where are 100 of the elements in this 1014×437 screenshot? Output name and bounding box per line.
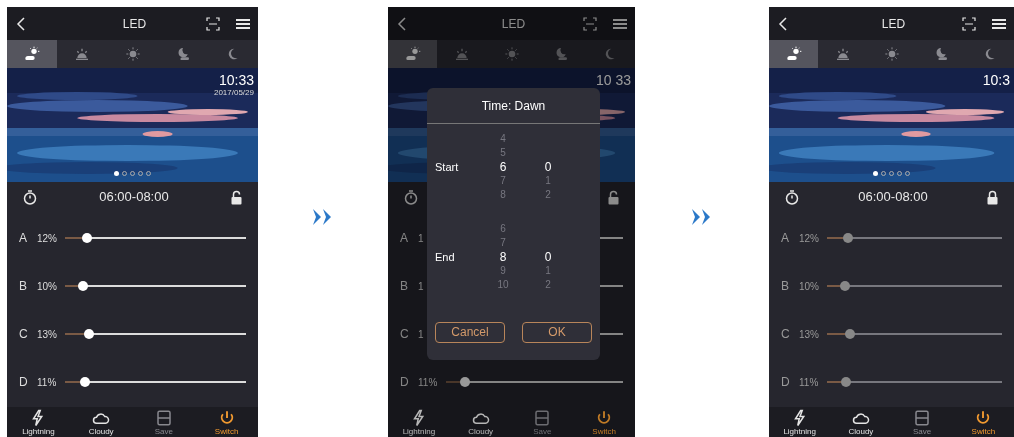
back-icon[interactable] <box>777 15 789 32</box>
channel-percent: 12% <box>799 231 819 246</box>
menu-icon[interactable] <box>613 17 627 30</box>
sunrise-icon <box>834 46 851 62</box>
channel-label: C <box>781 326 791 343</box>
nav-tab[interactable]: Cloudy <box>449 407 512 437</box>
dialog-button[interactable]: OK <box>522 321 592 343</box>
hour-option[interactable]: 4 <box>500 132 506 146</box>
hour-option[interactable]: 7 <box>500 174 506 188</box>
sunrise-icon <box>74 46 91 62</box>
slider-thumb[interactable] <box>839 281 850 291</box>
channel-label: A <box>19 230 28 247</box>
clock-time: 10:33 <box>218 72 254 88</box>
time-range[interactable]: 06:00-08:00 <box>799 187 987 207</box>
slider-thumb[interactable] <box>844 329 855 339</box>
unlocked-icon[interactable] <box>608 189 619 205</box>
channel-label: B <box>19 278 28 295</box>
slider-thumb[interactable] <box>78 281 89 291</box>
sun-icon <box>124 46 141 62</box>
channel-percent: 13% <box>37 327 57 342</box>
nav-tab[interactable]: Lightning <box>769 407 831 437</box>
weather-tab[interactable] <box>769 40 818 68</box>
dialog-button[interactable]: Cancel <box>435 321 505 343</box>
nav-tab[interactable]: Switch <box>952 407 1014 437</box>
stopwatch-icon[interactable] <box>23 189 37 205</box>
channel-percent: 11% <box>418 375 438 390</box>
weather-tab[interactable] <box>7 40 58 68</box>
channel-label: D <box>19 374 29 391</box>
unlocked-icon[interactable] <box>231 189 242 205</box>
channel-label: A <box>781 230 790 247</box>
channel-percent: 1 <box>418 327 425 342</box>
hour-option[interactable]: 8 <box>499 250 507 264</box>
picker-label: Start <box>435 160 460 174</box>
double-chevron-arrow-icon <box>313 208 333 225</box>
channel-label: C <box>400 326 410 343</box>
stopwatch-icon[interactable] <box>785 189 799 205</box>
sun-cloud-icon <box>785 46 802 62</box>
minute-option[interactable]: 2 <box>545 188 551 202</box>
nav-tab[interactable]: Switch <box>573 407 635 437</box>
nav-tab[interactable]: Cloudy <box>69 407 133 437</box>
slider-thumb[interactable] <box>460 377 471 387</box>
hour-option[interactable]: 6 <box>500 222 506 236</box>
channel-percent: 11% <box>37 375 57 390</box>
hour-option[interactable]: 8 <box>500 188 506 202</box>
sun-icon <box>503 46 520 62</box>
channel-percent: 11% <box>799 375 819 390</box>
slider-thumb[interactable] <box>843 233 853 243</box>
minute-option[interactable]: 2 <box>545 278 551 292</box>
channel-percent: 1 <box>418 231 425 246</box>
minute-option[interactable]: 0 <box>544 250 552 264</box>
channel-percent: 10% <box>799 279 819 294</box>
nav-tab[interactable]: Switch <box>195 407 258 437</box>
menu-icon[interactable] <box>236 17 250 30</box>
locked-icon[interactable] <box>987 189 998 205</box>
picker-label: End <box>435 250 456 264</box>
clock-time: 10:3 <box>982 72 1010 88</box>
minute-option[interactable]: 0 <box>544 160 552 174</box>
save-icon <box>534 409 551 427</box>
channel-label: D <box>400 374 410 391</box>
menu-icon[interactable] <box>992 17 1006 30</box>
hour-option[interactable]: 7 <box>500 236 506 250</box>
slider-thumb[interactable] <box>81 233 92 243</box>
weather-tab[interactable] <box>388 40 438 68</box>
slider-thumb[interactable] <box>79 377 90 387</box>
scan-icon[interactable] <box>206 16 220 31</box>
channel-label: D <box>781 374 791 391</box>
nav-tab[interactable]: Lightning <box>388 407 450 437</box>
channel-percent: 13% <box>799 327 819 342</box>
double-chevron-arrow-icon <box>692 208 712 225</box>
save-icon <box>155 409 172 427</box>
hour-option[interactable]: 10 <box>497 278 509 292</box>
sun-icon <box>883 46 900 62</box>
clock-date: 2017/05/29 <box>213 88 254 98</box>
screen-title: LED <box>121 15 148 33</box>
stopwatch-icon[interactable] <box>404 189 418 205</box>
slider-thumb[interactable] <box>83 329 94 339</box>
back-icon[interactable] <box>396 15 408 32</box>
hour-option[interactable]: 6 <box>499 160 507 174</box>
time-range[interactable]: 06:00-08:00 <box>37 187 231 207</box>
sunrise-icon <box>454 46 471 62</box>
channel-percent: 10% <box>37 279 57 294</box>
nav-tab[interactable]: Lightning <box>7 407 70 437</box>
back-icon[interactable] <box>15 15 27 32</box>
scan-icon[interactable] <box>583 16 597 31</box>
screen-title: LED <box>500 15 527 33</box>
minute-option[interactable]: 1 <box>545 264 551 278</box>
screen-title: LED <box>880 15 907 33</box>
slider-thumb[interactable] <box>841 377 852 387</box>
scan-icon[interactable] <box>962 16 976 31</box>
channel-label: C <box>19 326 29 343</box>
dialog-title: Time: Dawn <box>427 88 600 124</box>
hour-option[interactable]: 9 <box>500 264 506 278</box>
nav-tab[interactable]: Cloudy <box>830 407 892 437</box>
channel-label: A <box>400 230 409 247</box>
channel-label: B <box>781 278 790 295</box>
minute-option[interactable]: 1 <box>545 174 551 188</box>
channel-label: B <box>400 278 409 295</box>
channel-percent: 1 <box>418 279 425 294</box>
hour-option[interactable]: 5 <box>500 146 506 160</box>
save-icon <box>914 409 931 427</box>
